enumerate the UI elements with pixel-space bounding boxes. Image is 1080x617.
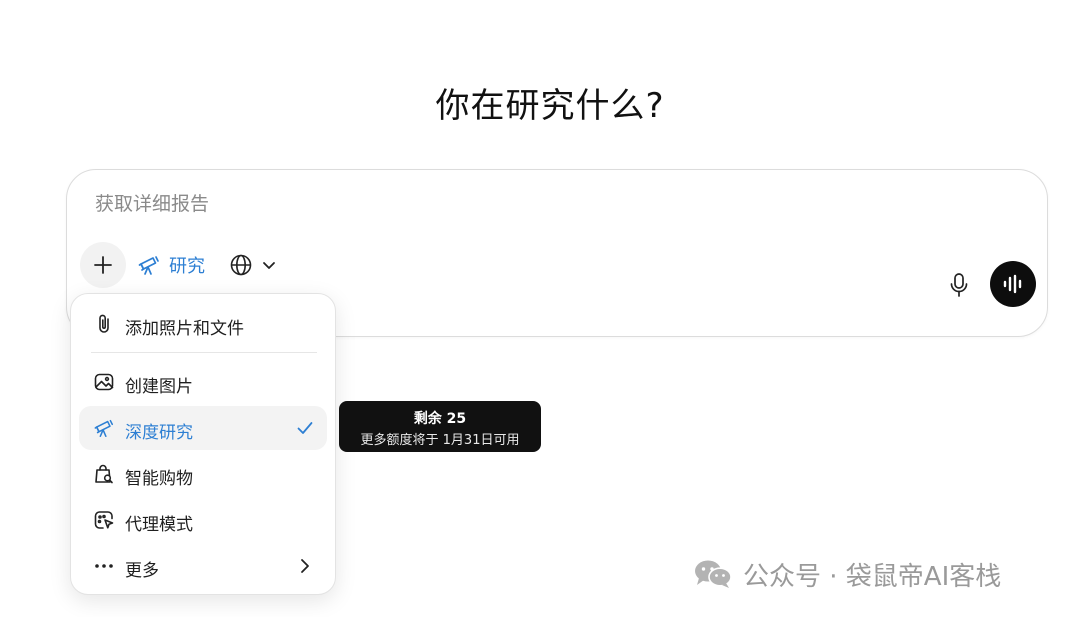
chevron-right-icon xyxy=(301,559,309,573)
menu-item-label: 添加照片和文件 xyxy=(125,319,244,339)
page: 你在研究什么? 研究 xyxy=(0,0,1080,617)
telescope-icon xyxy=(138,256,159,275)
waveform-icon xyxy=(1003,274,1022,294)
prompt-input[interactable] xyxy=(93,192,797,216)
microphone-icon xyxy=(950,273,968,297)
plus-icon xyxy=(94,256,112,274)
image-icon xyxy=(93,371,115,393)
page-title: 你在研究什么? xyxy=(435,86,665,126)
menu-item-label: 代理模式 xyxy=(125,515,193,535)
web-search-dropdown[interactable] xyxy=(229,248,277,282)
chevron-down-icon xyxy=(263,262,275,269)
research-tool-button[interactable]: 研究 xyxy=(137,248,205,282)
menu-item-label: 创建图片 xyxy=(125,377,193,397)
paperclip-icon xyxy=(93,313,115,335)
menu-item-smart-shopping[interactable]: 智能购物 xyxy=(79,452,327,496)
check-icon xyxy=(297,422,313,434)
plus-button[interactable] xyxy=(80,242,126,288)
deep-research-quota-tooltip: 剩余 25 更多额度将于 1月31日可用 xyxy=(339,401,541,452)
menu-item-more[interactable]: 更多 xyxy=(79,544,327,588)
globe-icon xyxy=(230,254,252,276)
tooltip-remaining: 剩余 25 xyxy=(413,411,467,427)
menu-item-label: 智能购物 xyxy=(125,469,193,489)
tooltip-renewal-note: 更多额度将于 1月31日可用 xyxy=(360,433,520,448)
menu-item-label: 深度研究 xyxy=(125,423,193,443)
shopping-bag-icon xyxy=(93,463,115,485)
menu-item-agent-mode[interactable]: 代理模式 xyxy=(79,498,327,542)
tools-menu: 添加照片和文件 创建图片 深度研究 智能购物 代理模式 更多 xyxy=(70,293,336,595)
telescope-icon xyxy=(93,417,115,439)
mic-button[interactable] xyxy=(945,270,973,300)
menu-divider xyxy=(91,352,317,353)
research-tool-label: 研究 xyxy=(169,256,205,277)
watermark: 公众号 · 袋鼠帝AI客栈 xyxy=(693,556,1001,592)
menu-item-add-files[interactable]: 添加照片和文件 xyxy=(79,302,327,346)
more-dots-icon xyxy=(93,555,115,577)
watermark-text: 公众号 · 袋鼠帝AI客栈 xyxy=(743,561,1002,592)
menu-item-create-image[interactable]: 创建图片 xyxy=(79,360,327,404)
menu-item-label: 更多 xyxy=(125,561,159,581)
agent-cursor-icon xyxy=(93,509,115,531)
menu-item-deep-research[interactable]: 深度研究 xyxy=(79,406,327,450)
wechat-icon xyxy=(695,560,732,588)
voice-mode-button[interactable] xyxy=(990,261,1036,307)
